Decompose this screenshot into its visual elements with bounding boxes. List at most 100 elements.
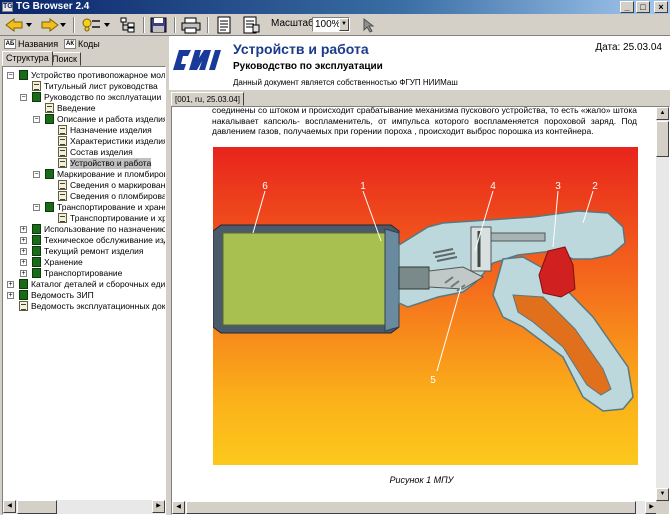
- tree-node-label: Транспортирование и хранение: [70, 213, 166, 223]
- scrollbar-corner: [656, 501, 669, 514]
- save-icon[interactable]: [149, 16, 169, 34]
- book-icon: [45, 169, 54, 179]
- tab-document-version[interactable]: [001, ru, 25.03.04]: [171, 92, 244, 106]
- close-button[interactable]: ×: [654, 1, 668, 13]
- tree-node-label: Введение: [57, 103, 96, 113]
- document-tree: − Устройство противопожарное мологабаритн…: [2, 66, 166, 515]
- body-paragraph: соединены со штоком и происходит срабаты…: [212, 106, 637, 136]
- expand-icon[interactable]: +: [20, 237, 27, 244]
- navigation-panel: АБ Названия АК Коды Структура Поиск − Уст…: [0, 36, 166, 515]
- document-content: соединены со штоком и происходит срабаты…: [171, 106, 670, 515]
- tree-node-label: Состав изделия: [70, 147, 133, 157]
- page-view-icon[interactable]: [241, 16, 261, 34]
- tree-node-label: Маркирование и пломбирование: [57, 169, 165, 179]
- document-panel: Устройств и работа Руководство по эксплу…: [169, 36, 670, 515]
- device-cutaway-drawing: 6 1 4 3 2 5: [212, 181, 634, 412]
- document-icon[interactable]: [214, 16, 234, 34]
- pointer-icon[interactable]: [358, 16, 378, 34]
- book-icon: [32, 92, 41, 102]
- codes-label: Коды: [78, 39, 100, 49]
- callout-1: 1: [360, 181, 366, 192]
- names-icon: АБ: [4, 39, 16, 49]
- tree-node-label: Руководство по эксплуатации: [44, 92, 162, 102]
- page-icon: [32, 81, 41, 91]
- page-icon: [58, 125, 67, 135]
- book-icon: [32, 268, 41, 278]
- book-icon: [32, 257, 41, 267]
- scroll-thumb[interactable]: [17, 500, 57, 514]
- content-horizontal-scrollbar[interactable]: ◀ ▶: [172, 501, 658, 514]
- callout-6: 6: [262, 181, 268, 192]
- content-vertical-scrollbar[interactable]: ▲ ▼: [656, 107, 669, 501]
- collapse-icon[interactable]: −: [7, 72, 14, 79]
- toolbar: Масштаб: 100% ▼: [0, 14, 670, 36]
- tab-structure[interactable]: Структура: [2, 51, 53, 66]
- tab-search[interactable]: Поиск: [48, 52, 81, 66]
- book-icon: [32, 235, 41, 245]
- expand-icon[interactable]: +: [7, 281, 14, 288]
- scroll-down-icon[interactable]: ▼: [656, 488, 669, 501]
- collapse-icon[interactable]: −: [33, 171, 40, 178]
- book-icon: [32, 246, 41, 256]
- scroll-left-icon[interactable]: ◀: [3, 500, 16, 513]
- tree-node-label: Текущий ремонт изделия: [44, 246, 144, 256]
- back-icon[interactable]: [4, 16, 34, 34]
- tree-node-label: Транспортирование: [44, 268, 123, 278]
- document-date: Дата: 25.03.04: [595, 42, 662, 53]
- expand-icon[interactable]: +: [20, 259, 27, 266]
- tree-node-label: Ведомость эксплуатационных документов: [31, 301, 166, 311]
- expand-icon[interactable]: +: [20, 248, 27, 255]
- title-bar: TG TG Browser 2.4 _ □ ×: [0, 0, 670, 14]
- tree-structure-icon[interactable]: [118, 16, 138, 34]
- scroll-up-icon[interactable]: ▲: [656, 107, 669, 120]
- scroll-thumb[interactable]: [656, 121, 669, 157]
- scroll-right-icon[interactable]: ▶: [152, 500, 165, 513]
- scroll-thumb[interactable]: [186, 501, 636, 514]
- tree-node-label: Хранение: [44, 257, 83, 267]
- company-logo: [173, 50, 221, 70]
- print-icon[interactable]: [180, 16, 202, 34]
- page-icon: [19, 301, 28, 311]
- forward-icon[interactable]: [38, 16, 68, 34]
- collapse-icon[interactable]: −: [33, 116, 40, 123]
- tree-horizontal-scrollbar[interactable]: ◀ ▶: [3, 500, 165, 514]
- callout-3: 3: [555, 181, 561, 192]
- expand-icon[interactable]: +: [20, 270, 27, 277]
- page-icon: [58, 136, 67, 146]
- zoom-value: 100%: [315, 19, 341, 30]
- callout-2: 2: [592, 181, 598, 192]
- page-icon: [45, 103, 54, 113]
- expand-icon[interactable]: +: [7, 292, 14, 299]
- book-icon: [19, 290, 28, 300]
- minimize-button[interactable]: _: [620, 1, 634, 13]
- document-tab-row: [001, ru, 25.03.04]: [169, 92, 670, 106]
- tree-node-label: Характеристики изделия: [70, 136, 166, 146]
- tree-node-label: Устройство и работа: [70, 158, 152, 169]
- figure-caption: Рисунок 1 МПУ: [389, 475, 454, 485]
- book-icon: [45, 114, 54, 124]
- tree-node-label: Техническое обслуживание изделия: [44, 235, 165, 245]
- codes-icon: АК: [64, 39, 76, 49]
- page-icon: [58, 213, 67, 223]
- collapse-icon[interactable]: −: [33, 204, 40, 211]
- document-owner-note: Данный документ является собственностью …: [233, 78, 458, 87]
- expand-icon[interactable]: +: [20, 226, 27, 233]
- maximize-button[interactable]: □: [636, 1, 650, 13]
- chevron-down-icon[interactable]: ▼: [339, 18, 349, 31]
- bookmarks-icon[interactable]: [80, 16, 112, 34]
- zoom-select[interactable]: 100% ▼: [312, 17, 350, 32]
- document-subtitle: Руководство по эксплуатации: [233, 61, 383, 72]
- collapse-icon[interactable]: −: [20, 94, 27, 101]
- tree-node-label: Использование по назначению: [44, 224, 166, 234]
- tree-node-label: Назначение изделия: [70, 125, 152, 135]
- app-icon: TG: [2, 2, 13, 12]
- document-title: Устройств и работа: [233, 41, 369, 57]
- book-icon: [19, 70, 28, 80]
- callout-4: 4: [490, 181, 496, 192]
- tree-node-label: Ведомость ЗИП: [31, 290, 94, 300]
- page-icon: [58, 147, 67, 157]
- figure-illustration: 6 1 4 3 2 5: [212, 147, 638, 465]
- names-toggle[interactable]: АБ Названия: [4, 38, 58, 50]
- scroll-left-icon[interactable]: ◀: [172, 501, 185, 514]
- codes-toggle[interactable]: АК Коды: [64, 38, 100, 50]
